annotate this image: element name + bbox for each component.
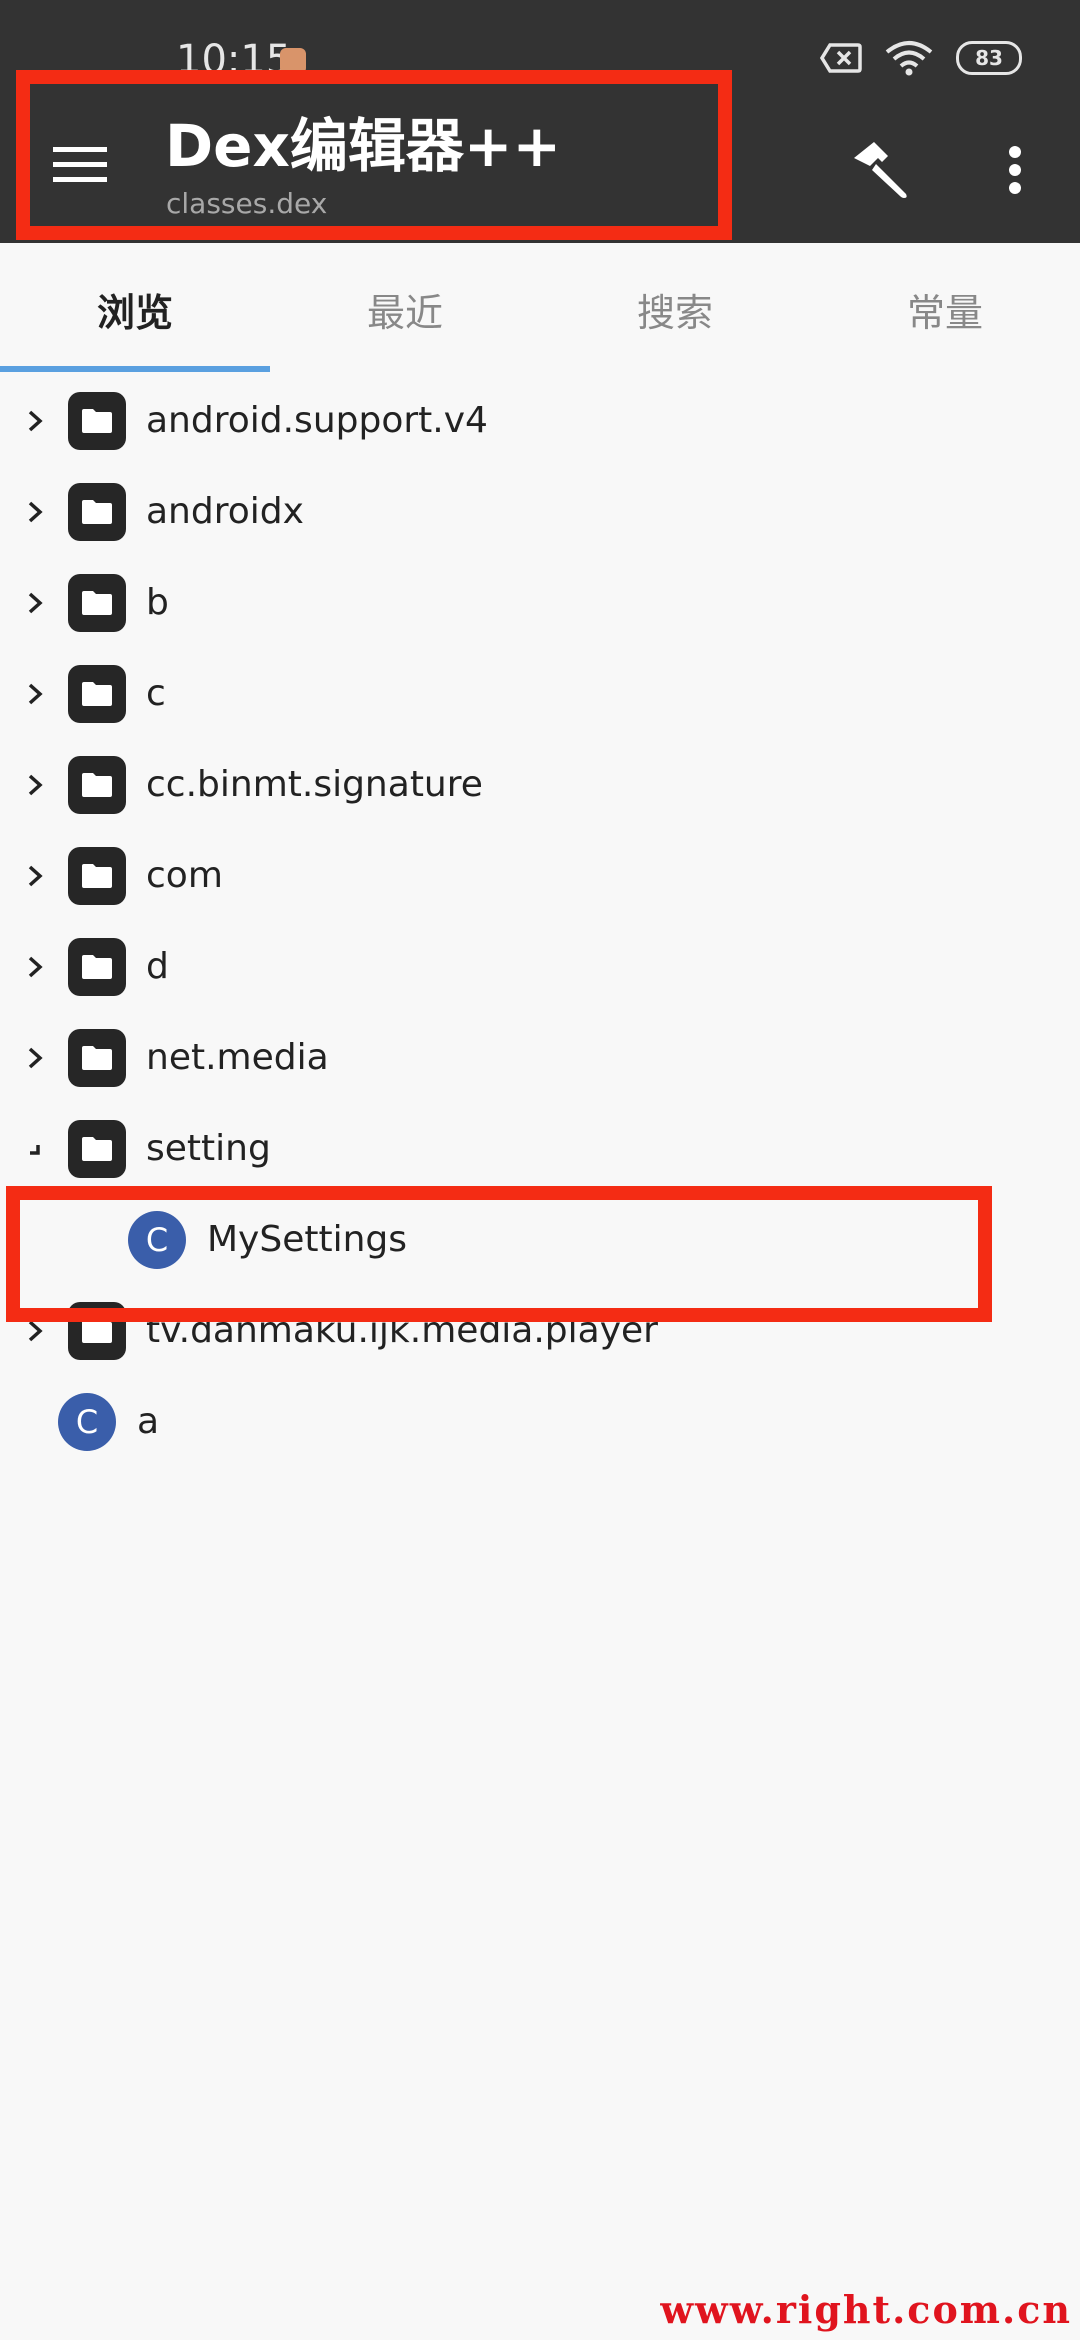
tree-item-label: androidx <box>146 491 304 532</box>
screen: 10:15 83 Dex编辑器++ classes.dex 浏览 最近 搜索 常… <box>0 0 1080 2340</box>
file-name: classes.dex <box>166 187 328 220</box>
tree-item-label: setting <box>146 1128 271 1169</box>
tree-item-com[interactable]: com <box>0 830 1080 921</box>
more-options-button[interactable] <box>985 135 1045 205</box>
tab-recent[interactable]: 最近 <box>270 243 540 375</box>
folder-icon <box>68 1301 126 1360</box>
tree-item-android-support-v4[interactable]: android.support.v4 <box>0 375 1080 466</box>
tree-item-net-media[interactable]: net.media <box>0 1012 1080 1103</box>
tree-item-mysettings[interactable]: C MySettings <box>0 1194 1080 1285</box>
wifi-icon <box>885 41 933 76</box>
folder-icon <box>68 482 126 541</box>
chevron-right-icon[interactable] <box>20 770 50 800</box>
chevron-right-icon[interactable] <box>20 406 50 436</box>
tab-search[interactable]: 搜索 <box>540 243 810 375</box>
tree-item-c[interactable]: c <box>0 648 1080 739</box>
folder-icon <box>68 937 126 996</box>
tab-browse[interactable]: 浏览 <box>0 243 270 375</box>
tree-item-label: d <box>146 946 169 987</box>
tab-bar: 浏览 最近 搜索 常量 <box>0 243 1080 375</box>
folder-icon <box>68 391 126 450</box>
tree-item-b[interactable]: b <box>0 557 1080 648</box>
chevron-right-icon[interactable] <box>20 679 50 709</box>
folder-icon <box>68 846 126 905</box>
chevron-right-icon[interactable] <box>20 588 50 618</box>
menu-button[interactable] <box>40 130 120 200</box>
tree-item-label: cc.binmt.signature <box>146 764 483 805</box>
app-bar: 10:15 83 Dex编辑器++ classes.dex <box>0 0 1080 243</box>
folder-icon <box>68 664 126 723</box>
package-tree: android.support.v4 androidx b c cc.binmt… <box>0 375 1080 1467</box>
folder-icon <box>68 755 126 814</box>
tree-item-a[interactable]: C a <box>0 1376 1080 1467</box>
tree-item-androidx[interactable]: androidx <box>0 466 1080 557</box>
battery-indicator: 83 <box>956 41 1022 75</box>
tree-item-cc-binmt-signature[interactable]: cc.binmt.signature <box>0 739 1080 830</box>
tree-item-label: com <box>146 855 223 896</box>
tree-item-label: android.support.v4 <box>146 400 488 441</box>
status-time: 10:15 <box>176 37 292 83</box>
status-icons: 83 <box>820 40 1022 76</box>
tree-item-label: net.media <box>146 1037 329 1078</box>
chevron-right-icon[interactable] <box>20 1316 50 1346</box>
hammer-icon <box>854 142 907 198</box>
class-icon: C <box>58 1392 116 1451</box>
chevron-right-icon[interactable] <box>20 861 50 891</box>
hamburger-icon <box>53 147 107 182</box>
notification-icon <box>280 48 306 74</box>
chevron-right-icon[interactable] <box>20 952 50 982</box>
app-title: Dex编辑器++ <box>165 112 562 180</box>
watermark: www.right.com.cn <box>660 2287 1072 2332</box>
tree-item-label: c <box>146 673 166 714</box>
folder-icon <box>68 1119 126 1178</box>
tree-item-label: a <box>137 1401 160 1442</box>
tab-indicator <box>0 366 270 372</box>
build-button[interactable] <box>840 130 920 210</box>
tree-item-tv-danmaku-ijk-media-player[interactable]: tv.danmaku.ijk.media.player <box>0 1285 1080 1376</box>
tree-item-label: tv.danmaku.ijk.media.player <box>146 1310 658 1351</box>
tree-item-label: b <box>146 582 169 623</box>
tree-item-d[interactable]: d <box>0 921 1080 1012</box>
tree-item-label: MySettings <box>207 1219 408 1260</box>
no-sim-icon <box>820 43 862 73</box>
tab-constants[interactable]: 常量 <box>810 243 1080 375</box>
tree-item-setting[interactable]: setting <box>0 1103 1080 1194</box>
more-vert-icon <box>1009 146 1021 194</box>
chevron-right-icon[interactable] <box>20 497 50 527</box>
class-icon: C <box>128 1210 186 1269</box>
chevron-right-icon[interactable] <box>20 1043 50 1073</box>
folder-icon <box>68 1028 126 1087</box>
expanded-corner-icon[interactable] <box>20 1134 50 1164</box>
folder-icon <box>68 573 126 632</box>
